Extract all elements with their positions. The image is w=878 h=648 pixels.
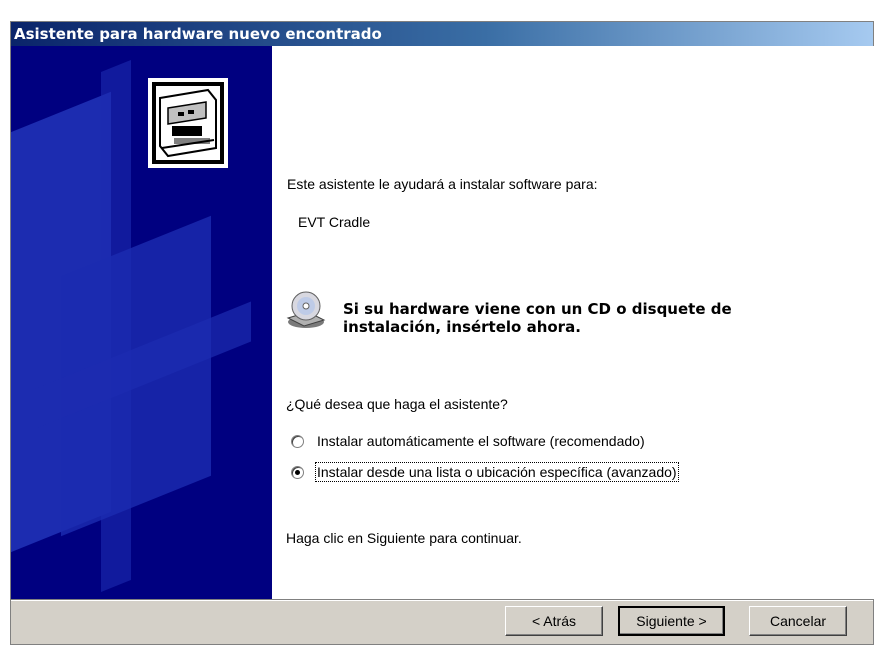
next-button[interactable]: Siguiente >: [618, 606, 725, 636]
radio-label: Instalar automáticamente el software (re…: [317, 433, 645, 449]
cd-prompt: Si su hardware viene con un CD o disquet…: [343, 300, 732, 336]
decor-shape: [101, 59, 131, 593]
radio-button[interactable]: [291, 435, 304, 448]
wizard-window: Asistente para hardware nuevo encontrado…: [10, 21, 874, 645]
footer-divider: [11, 599, 873, 601]
window-title: Asistente para hardware nuevo encontrado: [14, 25, 382, 43]
device-name: EVT Cradle: [298, 214, 371, 230]
wizard-content: Este asistente le ayudará a instalar sof…: [272, 46, 874, 599]
back-button[interactable]: < Atrás: [505, 606, 603, 636]
cd-prompt-line1: Si su hardware viene con un CD o disquet…: [343, 300, 732, 318]
intro-text: Este asistente le ayudará a instalar sof…: [287, 176, 598, 192]
cd-drive-icon: [286, 290, 326, 330]
radio-option-auto[interactable]: Instalar automáticamente el software (re…: [291, 433, 751, 451]
radio-label: Instalar desde una lista o ubicación esp…: [315, 462, 679, 482]
cd-prompt-line2: instalación, insértelo ahora.: [343, 318, 581, 336]
cancel-button[interactable]: Cancelar: [749, 606, 847, 636]
hardware-card-icon: [148, 78, 228, 168]
radio-dot: [295, 470, 300, 475]
radio-option-manual[interactable]: Instalar desde una lista o ubicación esp…: [291, 462, 761, 482]
continue-hint: Haga clic en Siguiente para continuar.: [286, 530, 522, 546]
title-bar[interactable]: Asistente para hardware nuevo encontrado: [11, 22, 873, 46]
question-text: ¿Qué desea que haga el asistente?: [286, 396, 508, 412]
radio-button-selected[interactable]: [291, 466, 304, 479]
wizard-side-panel: [11, 46, 272, 599]
